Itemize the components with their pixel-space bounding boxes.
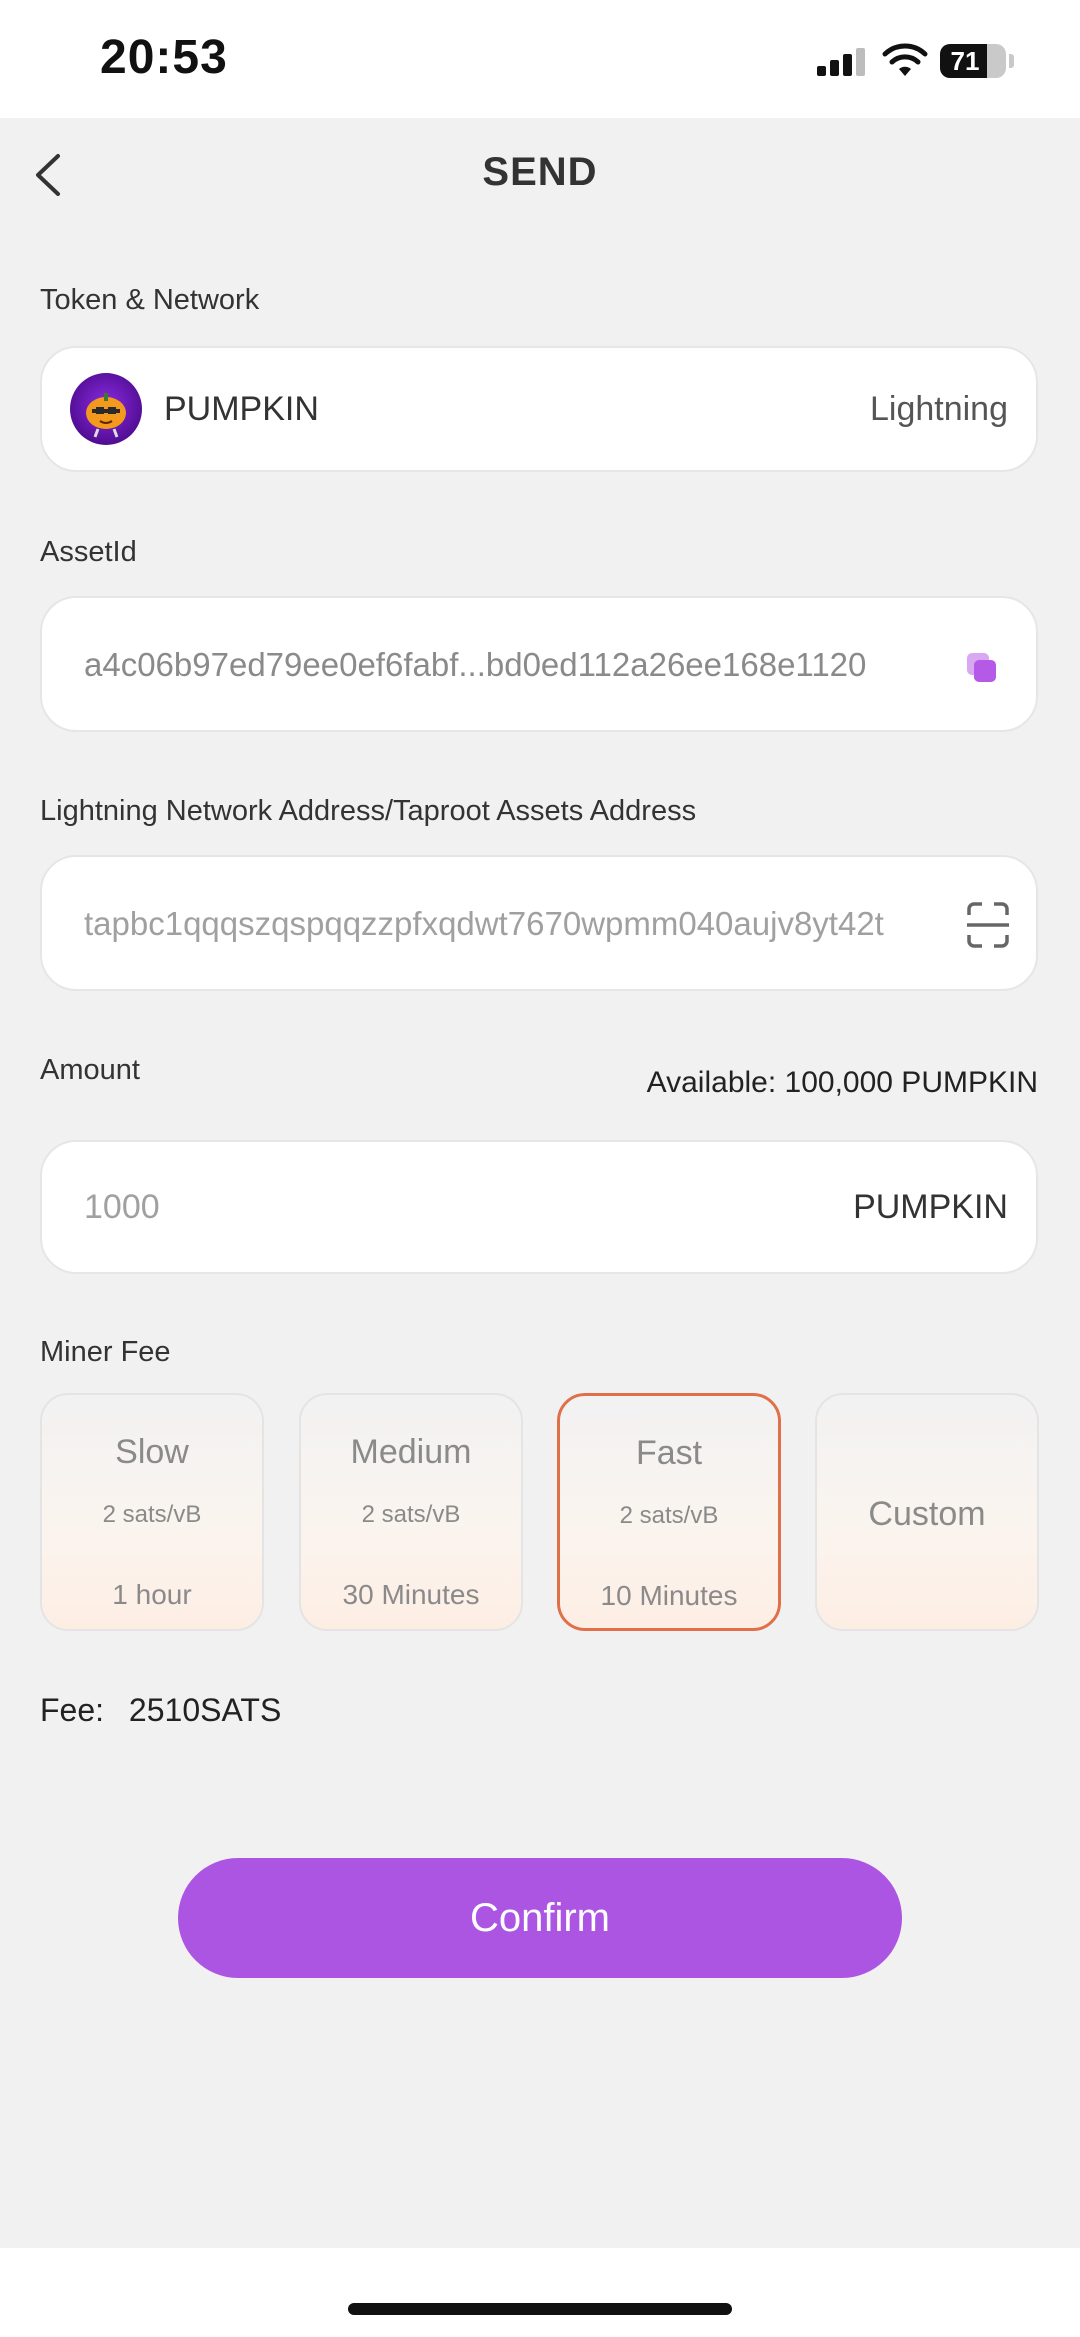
token-network-selector[interactable]: PUMPKIN Lightning [40, 346, 1038, 472]
asset-id-label: AssetId [40, 536, 137, 568]
address-label: Lightning Network Address/Taproot Assets… [40, 795, 697, 827]
amount-value: 1000 [84, 1188, 160, 1226]
battery-icon: 71 [940, 44, 1006, 78]
pumpkin-token-icon [70, 373, 142, 445]
home-indicator[interactable] [348, 2303, 732, 2315]
token-network-label: Token & Network [40, 284, 260, 316]
asset-id-field: a4c06b97ed79ee0ef6fabf...bd0ed112a26ee16… [40, 596, 1038, 732]
fee-option-slow[interactable]: Slow 2 sats/vB 1 hour [40, 1393, 264, 1631]
available-balance: Available: 100,000 PUMPKIN [646, 1066, 1038, 1099]
amount-unit: PUMPKIN [853, 1188, 1008, 1226]
fee-option-fast[interactable]: Fast 2 sats/vB 10 Minutes [557, 1393, 781, 1631]
fee-option-name: Custom [868, 1495, 986, 1533]
battery-level: 71 [950, 46, 980, 76]
token-name: PUMPKIN [164, 390, 319, 428]
fee-option-name: Medium [350, 1433, 472, 1471]
page-title: SEND [482, 150, 598, 194]
status-time: 20:53 [100, 31, 228, 84]
fee-option-time: 30 Minutes [342, 1579, 480, 1610]
network-name: Lightning [869, 390, 1008, 428]
fee-option-custom[interactable]: Custom [815, 1393, 1039, 1631]
address-value: tapbc1qqqszqspqqzzpfxqdwt7670wpmm040aujv… [84, 905, 884, 942]
battery-tip [1009, 54, 1014, 68]
miner-fee-label: Miner Fee [40, 1336, 171, 1368]
fee-option-name: Slow [115, 1433, 189, 1471]
wifi-icon [882, 43, 928, 76]
address-input[interactable]: tapbc1qqqszqspqqzzpfxqdwt7670wpmm040aujv… [40, 855, 1038, 991]
fee-option-time: 1 hour [112, 1579, 192, 1610]
cellular-signal-icon [817, 48, 867, 76]
fee-value: 2510SATS [128, 1692, 282, 1728]
amount-label: Amount [40, 1054, 140, 1086]
bottom-safe-area [0, 2248, 1080, 2337]
status-bar: 20:53 71 [0, 0, 1080, 118]
scan-icon[interactable] [966, 901, 1010, 949]
fee-option-time: 10 Minutes [600, 1580, 738, 1611]
confirm-button[interactable]: Confirm [178, 1858, 902, 1978]
fee-summary: Fee: 2510SATS [40, 1692, 281, 1729]
fee-option-rate: 2 sats/vB [102, 1501, 202, 1528]
asset-id-value: a4c06b97ed79ee0ef6fabf...bd0ed112a26ee16… [84, 646, 867, 683]
fee-label: Fee: [40, 1692, 105, 1728]
amount-input[interactable]: 1000 PUMPKIN [40, 1140, 1038, 1274]
fee-option-rate: 2 sats/vB [361, 1501, 461, 1528]
copy-icon[interactable] [964, 650, 1000, 686]
fee-option-rate: 2 sats/vB [619, 1502, 719, 1529]
fee-option-name: Fast [635, 1434, 703, 1472]
fee-option-medium[interactable]: Medium 2 sats/vB 30 Minutes [299, 1393, 523, 1631]
